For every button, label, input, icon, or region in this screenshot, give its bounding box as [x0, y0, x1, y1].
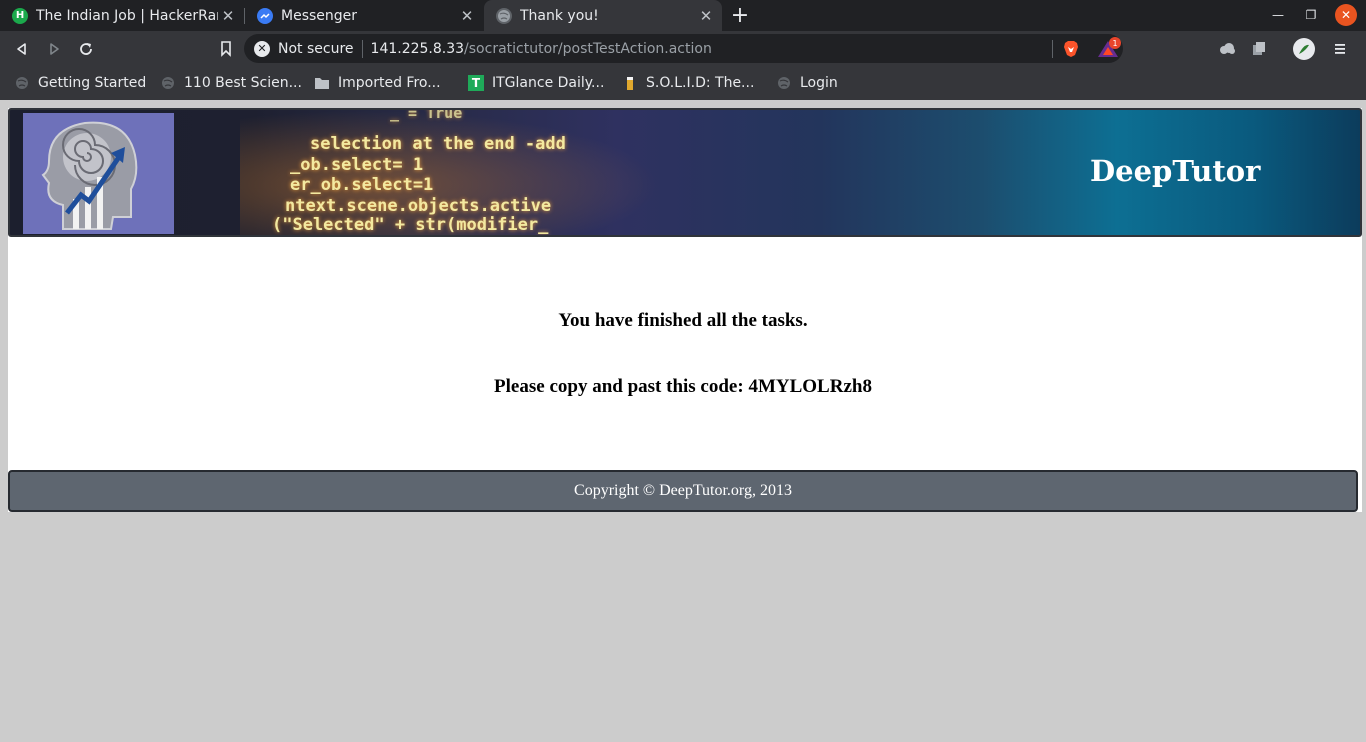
- bookmark-label: S.O.L.I.D: The...: [646, 75, 755, 91]
- bookmark-label: 110 Best Scien...: [184, 75, 302, 91]
- folder-icon: [314, 75, 330, 91]
- tab-title: Messenger: [281, 7, 358, 24]
- navigation-toolbar: ✕ Not secure 141.225.8.33/socratictutor/…: [0, 31, 1366, 66]
- tab-close-icon[interactable]: ✕: [457, 6, 477, 26]
- minimize-icon[interactable]: —: [1267, 4, 1289, 26]
- globe-icon: [776, 75, 792, 91]
- site-title: DeepTutor: [1090, 154, 1261, 188]
- window-close-icon[interactable]: ✕: [1335, 4, 1357, 26]
- code-line: _ob.select= 1: [290, 155, 424, 175]
- bookmark-solid[interactable]: S.O.L.I.D: The...: [622, 71, 754, 95]
- bookmarks-bar: Getting Started 110 Best Scien... Import…: [0, 66, 1366, 100]
- extension-puzzle-icon[interactable]: [1249, 39, 1269, 59]
- tab-messenger[interactable]: Messenger ✕: [245, 0, 483, 31]
- bookmark-login[interactable]: Login: [776, 71, 838, 95]
- globe-icon: [496, 7, 512, 24]
- messenger-icon: [257, 7, 273, 24]
- restore-icon[interactable]: ❐: [1300, 4, 1322, 26]
- new-tab-button[interactable]: +: [728, 3, 752, 28]
- bookmark-best-science[interactable]: 110 Best Scien...: [160, 71, 302, 95]
- not-secure-icon[interactable]: ✕: [254, 40, 270, 57]
- globe-icon: [160, 75, 176, 91]
- code-line: _ = True: [390, 108, 463, 122]
- site-banner: _ = True selection at the end -add _ob.s…: [8, 108, 1362, 237]
- rewards-badge: 1: [1109, 37, 1121, 49]
- bookmark-icon[interactable]: [213, 36, 239, 62]
- url-path[interactable]: /socratictutor/postTestAction.action: [464, 41, 712, 57]
- address-right-divider: [1052, 40, 1053, 58]
- code-line: selection at the end -add: [310, 134, 566, 154]
- back-icon[interactable]: [9, 36, 35, 62]
- itglance-icon: T: [468, 75, 484, 91]
- brave-shields-icon[interactable]: [1062, 40, 1080, 58]
- menu-icon[interactable]: [1330, 39, 1350, 59]
- code-line: ntext.scene.objects.active: [285, 196, 552, 216]
- beer-icon: [622, 75, 638, 91]
- tab-thank-you[interactable]: Thank you! ✕: [484, 0, 722, 31]
- reload-icon[interactable]: [73, 36, 99, 62]
- completion-code-message: Please copy and past this code: 4MYLOLRz…: [494, 376, 872, 397]
- address-divider: [361, 39, 363, 58]
- code-line: ("Selected" + str(modifier_: [272, 215, 549, 235]
- address-bar[interactable]: ✕ Not secure 141.225.8.33/socratictutor/…: [244, 34, 1123, 63]
- tab-strip: H The Indian Job | HackerRank ✕ Messenge…: [0, 0, 1366, 31]
- code-line: er_ob.select=1: [290, 175, 434, 195]
- bookmark-label: Imported Fro...: [338, 75, 441, 91]
- bookmark-itglance[interactable]: T ITGlance Daily...: [468, 71, 604, 95]
- forward-icon[interactable]: [41, 36, 67, 62]
- tab-close-icon[interactable]: ✕: [218, 6, 238, 26]
- globe-icon: [14, 75, 30, 91]
- bookmark-label: ITGlance Daily...: [492, 75, 605, 91]
- profile-avatar-icon[interactable]: [1293, 38, 1315, 60]
- deeptutor-logo: [23, 113, 174, 234]
- extension-cloud-icon[interactable]: [1217, 39, 1237, 59]
- tab-title: Thank you!: [520, 7, 599, 24]
- bookmark-label: Getting Started: [38, 75, 147, 91]
- security-label[interactable]: Not secure: [278, 41, 354, 57]
- page-footer: Copyright © DeepTutor.org, 2013: [8, 470, 1358, 512]
- bookmark-imported[interactable]: Imported Fro...: [314, 71, 441, 95]
- bookmark-label: Login: [800, 75, 838, 91]
- page-content: _ = True selection at the end -add _ob.s…: [8, 108, 1362, 512]
- bookmark-getting-started[interactable]: Getting Started: [14, 71, 146, 95]
- hackerrank-icon: H: [12, 7, 28, 24]
- tab-title: The Indian Job | HackerRank: [36, 7, 218, 24]
- url-host[interactable]: 141.225.8.33: [371, 41, 465, 57]
- tab-close-icon[interactable]: ✕: [696, 6, 716, 26]
- finished-message: You have finished all the tasks.: [558, 310, 808, 331]
- tab-hackerrank[interactable]: H The Indian Job | HackerRank ✕: [0, 0, 244, 31]
